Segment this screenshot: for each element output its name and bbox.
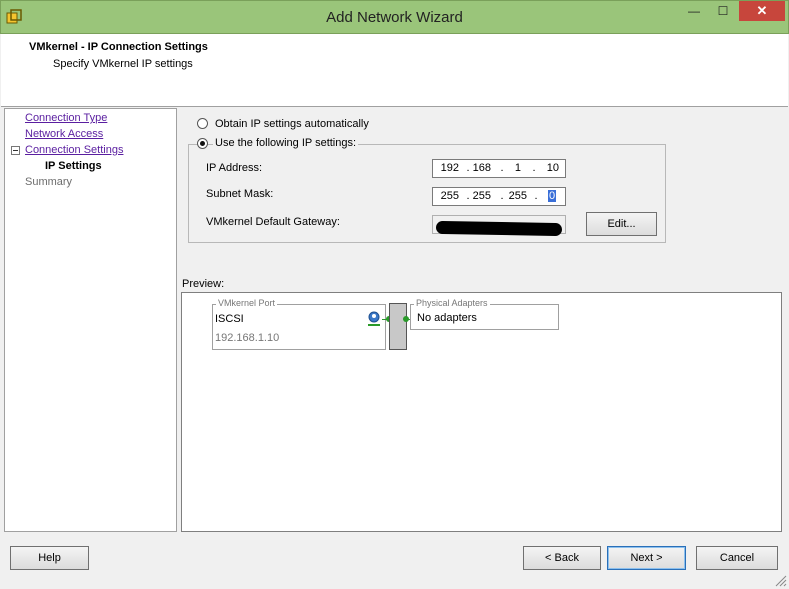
port-ip: 192.168.1.10 xyxy=(215,332,280,344)
gateway-label: VMkernel Default Gateway: xyxy=(206,216,340,228)
page-subtitle: Specify VMkernel IP settings xyxy=(53,58,193,70)
ip-octet-4: 10 xyxy=(546,162,559,174)
resize-grip-icon[interactable] xyxy=(775,575,787,587)
nav-step-summary: Summary xyxy=(25,176,73,188)
subnet-mask-input[interactable]: 255 . 255 . 255 . 0 xyxy=(432,187,566,206)
mask-octet-4: 0 xyxy=(548,190,556,202)
physical-adapters-box: Physical Adapters No adapters xyxy=(410,298,559,330)
next-button[interactable]: Next > xyxy=(607,546,686,570)
obtain-auto-radio[interactable] xyxy=(197,118,208,129)
collapse-icon[interactable] xyxy=(11,146,20,155)
ip-octet-3: 1 xyxy=(514,162,521,174)
ip-address-input[interactable]: 192 . 168 . 1 . 10 xyxy=(432,159,566,178)
ip-octet-2: 168 xyxy=(472,162,491,174)
help-button[interactable]: Help xyxy=(10,546,89,570)
cancel-button[interactable]: Cancel xyxy=(696,546,778,570)
maximize-button[interactable]: ☐ xyxy=(709,1,737,21)
window-title: Add Network Wizard xyxy=(326,9,463,26)
mask-dot: . xyxy=(534,190,538,202)
port-name: ISCSI xyxy=(215,313,244,325)
virtual-switch xyxy=(389,303,407,350)
mask-octet-2: 255 xyxy=(472,190,491,202)
close-button[interactable]: ✕ xyxy=(739,1,785,21)
physical-adapters-legend: Physical Adapters xyxy=(414,298,490,308)
nav-step-ip-settings: IP Settings xyxy=(45,160,102,172)
vmkernel-port-legend: VMkernel Port xyxy=(216,298,278,308)
minimize-button[interactable]: — xyxy=(679,1,709,21)
mask-octet-3: 255 xyxy=(508,190,527,202)
adapters-text: No adapters xyxy=(417,312,477,324)
use-following-radio[interactable] xyxy=(197,138,208,149)
nav-step-network-access[interactable]: Network Access xyxy=(25,128,103,140)
mask-octet-1: 255 xyxy=(440,190,459,202)
wizard-steps-nav: Connection Type Network Access Connectio… xyxy=(4,108,177,532)
back-button[interactable]: < Back xyxy=(523,546,601,570)
nav-step-connection-type[interactable]: Connection Type xyxy=(25,112,107,124)
title-bar: Add Network Wizard — ☐ ✕ xyxy=(0,0,789,34)
ip-address-label: IP Address: xyxy=(206,162,263,174)
vmkernel-adapter-icon xyxy=(368,311,380,326)
wizard-header: VMkernel - IP Connection Settings Specif… xyxy=(1,34,788,107)
redaction-mark xyxy=(435,220,563,237)
vmkernel-port-box: VMkernel Port ISCSI 192.168.1.10 xyxy=(212,298,386,350)
edit-gateway-button[interactable]: Edit... xyxy=(586,212,657,236)
use-following-label[interactable]: Use the following IP settings: xyxy=(213,137,359,149)
nav-step-connection-settings[interactable]: Connection Settings xyxy=(25,144,123,156)
obtain-auto-label[interactable]: Obtain IP settings automatically xyxy=(215,118,369,130)
page-title: VMkernel - IP Connection Settings xyxy=(29,41,208,53)
preview-label: Preview: xyxy=(182,278,225,290)
subnet-mask-label: Subnet Mask: xyxy=(206,188,274,200)
connector-node xyxy=(403,316,409,322)
ip-octet-1: 192 xyxy=(440,162,459,174)
